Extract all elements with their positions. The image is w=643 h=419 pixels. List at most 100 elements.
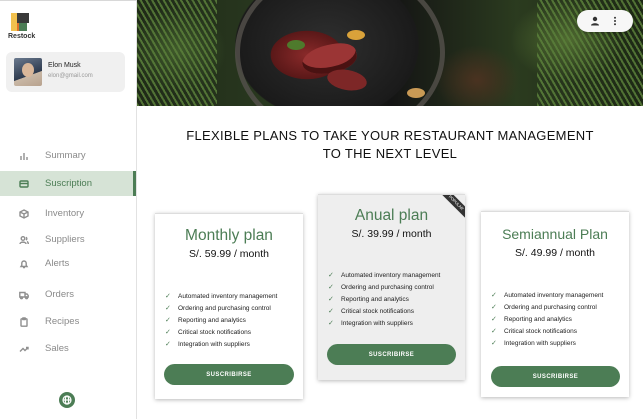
list-item: ✓ Critical stock notifications [491, 325, 603, 337]
list-item: ✓ Reporting and analytics [165, 314, 277, 326]
list-item: ✓ Ordering and purchasing control [165, 302, 277, 314]
feature-text: Reporting and analytics [341, 295, 409, 303]
user-email: elon@gmail.com [48, 73, 93, 79]
check-icon: ✓ [328, 284, 334, 291]
truck-icon [18, 289, 30, 301]
feature-text: Ordering and purchasing control [178, 304, 271, 312]
check-icon: ✓ [165, 317, 171, 324]
check-icon: ✓ [165, 293, 171, 300]
headline-line-1: FLEXIBLE PLANS TO TAKE YOUR RESTAURANT M… [186, 128, 594, 143]
globe-icon[interactable] [59, 392, 75, 408]
feature-text: Ordering and purchasing control [504, 303, 597, 311]
subscribe-button-semiannual[interactable]: SUSCRIBIRSE [491, 366, 620, 387]
sidebar-item-summary[interactable]: Summary [0, 143, 136, 168]
list-item: ✓ Integration with suppliers [491, 337, 603, 349]
list-item: ✓ Ordering and purchasing control [491, 301, 603, 313]
check-icon: ✓ [328, 308, 334, 315]
user-profile-card[interactable]: Elon Musk elon@gmail.com [6, 52, 125, 92]
box-icon [18, 208, 30, 220]
plan-title: Monthly plan [185, 227, 273, 244]
user-icon[interactable] [590, 16, 600, 26]
bell-icon [18, 258, 30, 270]
check-icon: ✓ [328, 320, 334, 327]
list-item: ✓ Integration with suppliers [328, 317, 440, 329]
card-icon [18, 178, 30, 190]
feature-text: Reporting and analytics [178, 316, 246, 324]
list-item: ✓ Critical stock notifications [328, 305, 440, 317]
list-item: ✓ Ordering and purchasing control [328, 281, 440, 293]
feature-text: Integration with suppliers [504, 339, 576, 347]
sidebar-item-label: Sales [45, 343, 69, 354]
feature-text: Automated inventory management [504, 291, 604, 299]
sidebar-item-label: Suscription [45, 178, 92, 189]
more-vertical-icon[interactable] [610, 16, 620, 26]
leaf-decoration [287, 40, 305, 50]
subscribe-button-annual[interactable]: SUSCRIBIRSE [327, 344, 456, 365]
feature-text: Automated inventory management [178, 292, 278, 300]
list-item: ✓ Reporting and analytics [328, 293, 440, 305]
feature-text: Ordering and purchasing control [341, 283, 434, 291]
subscribe-button-monthly[interactable]: SUSCRIBIRSE [164, 364, 294, 385]
users-icon [18, 234, 30, 246]
plan-card-annual: POPULAR Anual plan S/. 39.99 / month ✓ Au… [318, 194, 465, 380]
page-headline: FLEXIBLE PLANS TO TAKE YOUR RESTAURANT M… [137, 127, 643, 163]
user-name: Elon Musk [48, 62, 81, 69]
check-icon: ✓ [165, 341, 171, 348]
feature-text: Reporting and analytics [504, 315, 572, 323]
bar-chart-icon [18, 150, 30, 162]
list-item: ✓ Automated inventory management [491, 289, 603, 301]
check-icon: ✓ [165, 305, 171, 312]
header-actions [577, 10, 633, 32]
sidebar-item-suppliers[interactable]: Suppliers [0, 227, 136, 252]
feature-list: ✓ Automated inventory management ✓ Orderin… [165, 290, 277, 350]
sidebar: Restock Elon Musk elon@gmail.com Summary… [0, 0, 137, 419]
list-item: ✓ Integration with suppliers [165, 338, 277, 350]
sidebar-item-recipes[interactable]: Recipes [0, 309, 136, 334]
check-icon: ✓ [491, 340, 497, 347]
check-icon: ✓ [491, 328, 497, 335]
hero-banner-image [137, 0, 643, 106]
plan-card-monthly: Monthly plan S/. 59.99 / month ✓ Automate… [155, 213, 303, 399]
plan-price: S/. 59.99 / month [189, 248, 269, 260]
sidebar-item-label: Recipes [45, 316, 80, 327]
fern-decoration [137, 0, 217, 106]
feature-text: Critical stock notifications [341, 307, 414, 315]
leaf-decoration [347, 30, 365, 40]
sidebar-item-label: Alerts [45, 258, 70, 269]
feature-list: ✓ Automated inventory management ✓ Orderin… [328, 269, 440, 329]
list-item: ✓ Critical stock notifications [165, 326, 277, 338]
sidebar-item-label: Orders [45, 289, 75, 300]
plan-price: S/. 39.99 / month [351, 228, 432, 240]
sidebar-item-inventory[interactable]: Inventory [0, 201, 136, 226]
check-icon: ✓ [491, 304, 497, 311]
sidebar-item-alerts[interactable]: Alerts [0, 251, 136, 276]
restock-logo[interactable] [8, 10, 38, 34]
plan-title: Semiannual Plan [502, 226, 608, 242]
plan-card-semiannual: Semiannual Plan S/. 49.99 / month ✓ Autom… [481, 211, 629, 397]
leaf-decoration [407, 88, 425, 98]
trending-icon [18, 343, 30, 355]
check-icon: ✓ [328, 272, 334, 279]
sidebar-item-label: Inventory [45, 208, 85, 219]
feature-text: Integration with suppliers [341, 319, 413, 327]
check-icon: ✓ [328, 296, 334, 303]
feature-text: Critical stock notifications [178, 328, 251, 336]
sidebar-item-sales[interactable]: Sales [0, 336, 136, 361]
plan-title: Anual plan [354, 207, 429, 224]
list-item: ✓ Reporting and analytics [491, 313, 603, 325]
list-item: ✓ Automated inventory management [165, 290, 277, 302]
list-item: ✓ Automated inventory management [328, 269, 440, 281]
sidebar-item-label: Summary [45, 150, 86, 161]
feature-list: ✓ Automated inventory management ✓ Orderin… [491, 289, 603, 349]
plan-price: S/. 49.99 / month [515, 247, 595, 259]
sidebar-item-suscription[interactable]: Suscription [0, 171, 136, 196]
check-icon: ✓ [491, 316, 497, 323]
feature-text: Integration with suppliers [178, 340, 250, 348]
feature-text: Automated inventory management [341, 271, 441, 279]
check-icon: ✓ [491, 292, 497, 299]
clipboard-icon [18, 316, 30, 328]
sidebar-item-orders[interactable]: Orders [0, 282, 136, 307]
check-icon: ✓ [165, 329, 171, 336]
feature-text: Critical stock notifications [504, 327, 577, 335]
avatar [14, 58, 42, 86]
